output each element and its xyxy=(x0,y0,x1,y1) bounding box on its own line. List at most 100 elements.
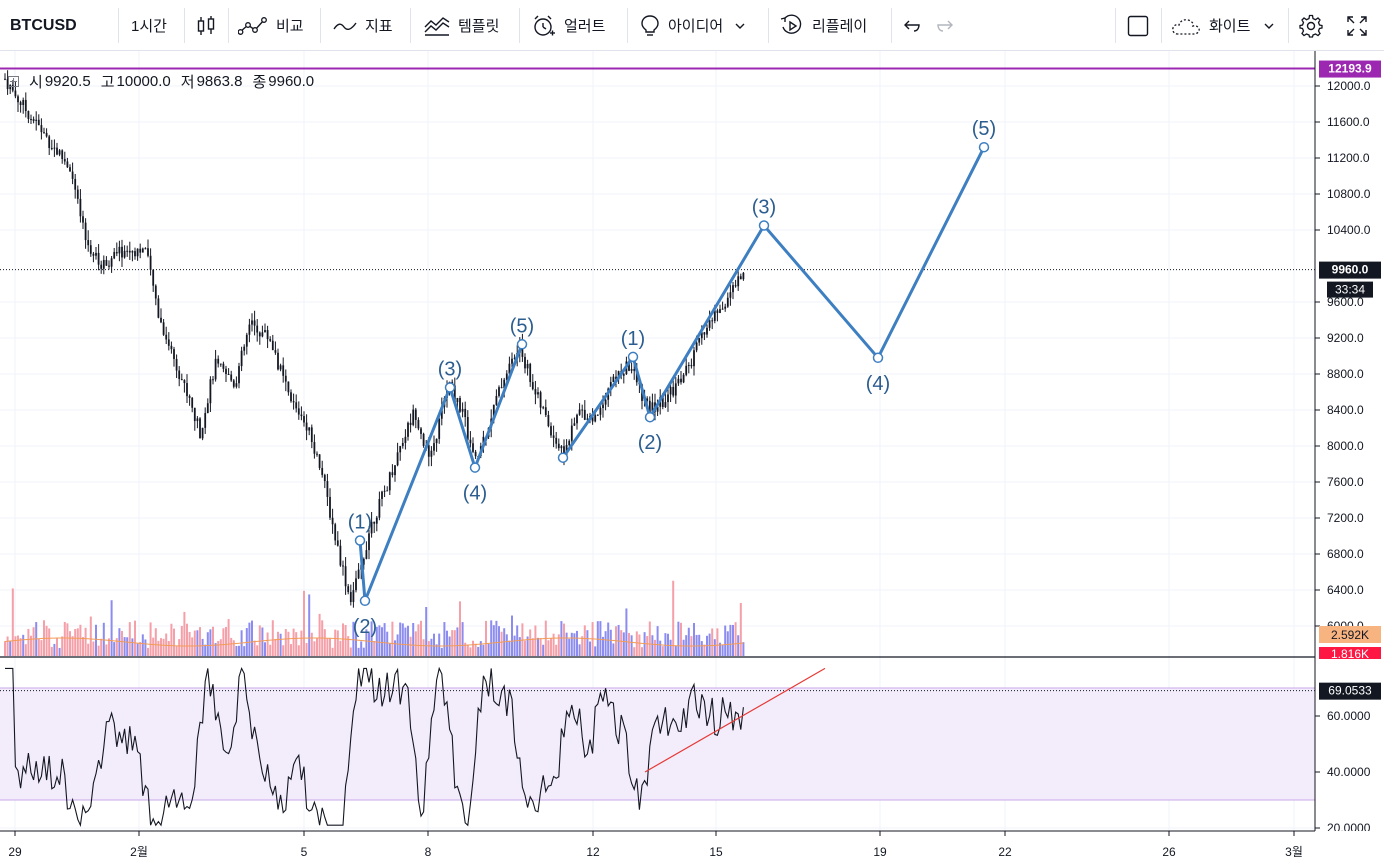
candle-body xyxy=(303,416,305,423)
volume-bar xyxy=(654,639,656,656)
candle-body xyxy=(375,517,378,524)
fullscreen-button[interactable] xyxy=(1346,0,1368,51)
volume-bar xyxy=(11,588,14,656)
candle-body xyxy=(269,339,272,341)
ideas-button[interactable]: 아이디어 xyxy=(640,0,745,51)
volume-bar xyxy=(48,628,51,656)
volume-bar xyxy=(524,640,526,656)
chart-canvas[interactable]: (1) (2) (3) (4) (5) (1) (2) (3) (4) (5) 12000.0 11… xyxy=(0,51,1384,863)
candle-body xyxy=(123,250,126,258)
candle-body xyxy=(154,285,157,299)
toolbar-divider xyxy=(184,8,185,43)
candle-body xyxy=(191,397,194,408)
undo-button[interactable] xyxy=(903,0,921,51)
high-price-badge: 12193.9 xyxy=(1319,60,1381,78)
volume-bar xyxy=(396,634,399,656)
high-value: 10000.0 xyxy=(116,73,171,90)
interval-button[interactable]: 1시간 xyxy=(131,0,167,51)
volume-bar xyxy=(274,638,277,656)
candle-body xyxy=(274,350,277,353)
candle-body xyxy=(318,454,321,468)
candle-body xyxy=(232,380,235,387)
volume-bar xyxy=(433,633,435,656)
volume-bar xyxy=(136,643,139,656)
volume-bar xyxy=(27,628,30,656)
candle-body xyxy=(295,402,298,409)
volume-bar xyxy=(282,645,285,656)
volume-bar xyxy=(329,638,331,656)
candles-icon xyxy=(196,15,216,37)
candle-body xyxy=(342,565,344,567)
gear-icon xyxy=(1299,14,1323,38)
candle-body xyxy=(214,358,217,380)
volume-bar xyxy=(61,636,64,656)
candle-body xyxy=(199,418,201,439)
volume-bar xyxy=(97,645,100,656)
candle-body xyxy=(165,334,168,340)
redo-button[interactable] xyxy=(936,0,954,51)
templates-button[interactable]: 템플릿 xyxy=(424,0,499,51)
candle-body xyxy=(40,125,43,133)
candle-body xyxy=(552,435,555,438)
wave-point-handle xyxy=(872,352,884,364)
volume-bar xyxy=(373,641,376,656)
candle-body xyxy=(261,332,264,337)
alarm-clock-icon xyxy=(532,14,556,38)
settings-button[interactable] xyxy=(1299,0,1323,51)
volume-bar xyxy=(297,645,300,656)
volume-bar xyxy=(71,636,74,656)
candle-body xyxy=(537,392,539,395)
wave-point-handle xyxy=(644,411,656,423)
replay-button[interactable]: 리플레이 xyxy=(780,0,867,51)
indicators-button[interactable]: 지표 xyxy=(333,0,393,51)
symbol-search-button[interactable]: BTCUSD xyxy=(10,0,77,51)
candle-body xyxy=(238,366,240,384)
svg-text:9960.0: 9960.0 xyxy=(1332,263,1369,277)
volume-bar xyxy=(360,641,363,656)
volume-bar xyxy=(323,629,326,656)
volume-bar xyxy=(22,634,25,656)
candle-body xyxy=(352,590,355,603)
volume-bar xyxy=(123,637,126,656)
expand-legend-icon[interactable] xyxy=(8,76,19,87)
volume-bar xyxy=(438,633,441,656)
candle-body xyxy=(248,324,251,335)
candle-body xyxy=(89,245,92,254)
compare-button[interactable]: 비교 xyxy=(238,0,304,51)
svg-text:1.816K: 1.816K xyxy=(1331,647,1369,661)
candle-body xyxy=(121,246,123,258)
candle-body xyxy=(469,439,472,444)
volume-bar xyxy=(157,640,160,656)
wave-point-handle xyxy=(758,220,770,231)
theme-button[interactable]: 화이트 xyxy=(1171,0,1274,51)
fullscreen-layout-button[interactable] xyxy=(1127,0,1149,51)
alert-button[interactable]: 얼러트 xyxy=(532,0,605,51)
candle-body xyxy=(349,592,352,603)
volume-bar xyxy=(100,638,103,656)
volume-bar xyxy=(121,630,123,656)
volume-bar xyxy=(37,638,40,656)
volume-bar xyxy=(404,627,407,656)
elliott-wave-drawing[interactable]: (1) (2) (3) (4) (5) (1) (2) (3) (4) (5) xyxy=(348,118,996,638)
volume-bar xyxy=(56,638,58,656)
volume-bar xyxy=(628,632,630,656)
volume-bar xyxy=(206,632,209,656)
volume-bar xyxy=(734,622,737,656)
volume-bar xyxy=(74,629,77,656)
candle-body xyxy=(368,533,370,551)
wave-point-handle xyxy=(516,339,528,350)
candle-body xyxy=(27,110,30,119)
candle-body xyxy=(706,327,708,335)
volume-bar xyxy=(144,639,147,656)
volume-bar xyxy=(175,646,178,656)
price-tick-label: 10800.0 xyxy=(1327,187,1371,201)
chart-style-button[interactable] xyxy=(196,0,216,51)
time-axis[interactable] xyxy=(0,831,1384,863)
candle-body xyxy=(401,442,404,447)
rsi-tick-label: 60.0000 xyxy=(1327,709,1371,723)
volume-bar xyxy=(248,622,251,656)
candle-body xyxy=(170,345,173,350)
candle-body xyxy=(407,422,409,437)
candle-body xyxy=(196,418,199,422)
volume-bar xyxy=(113,642,116,656)
